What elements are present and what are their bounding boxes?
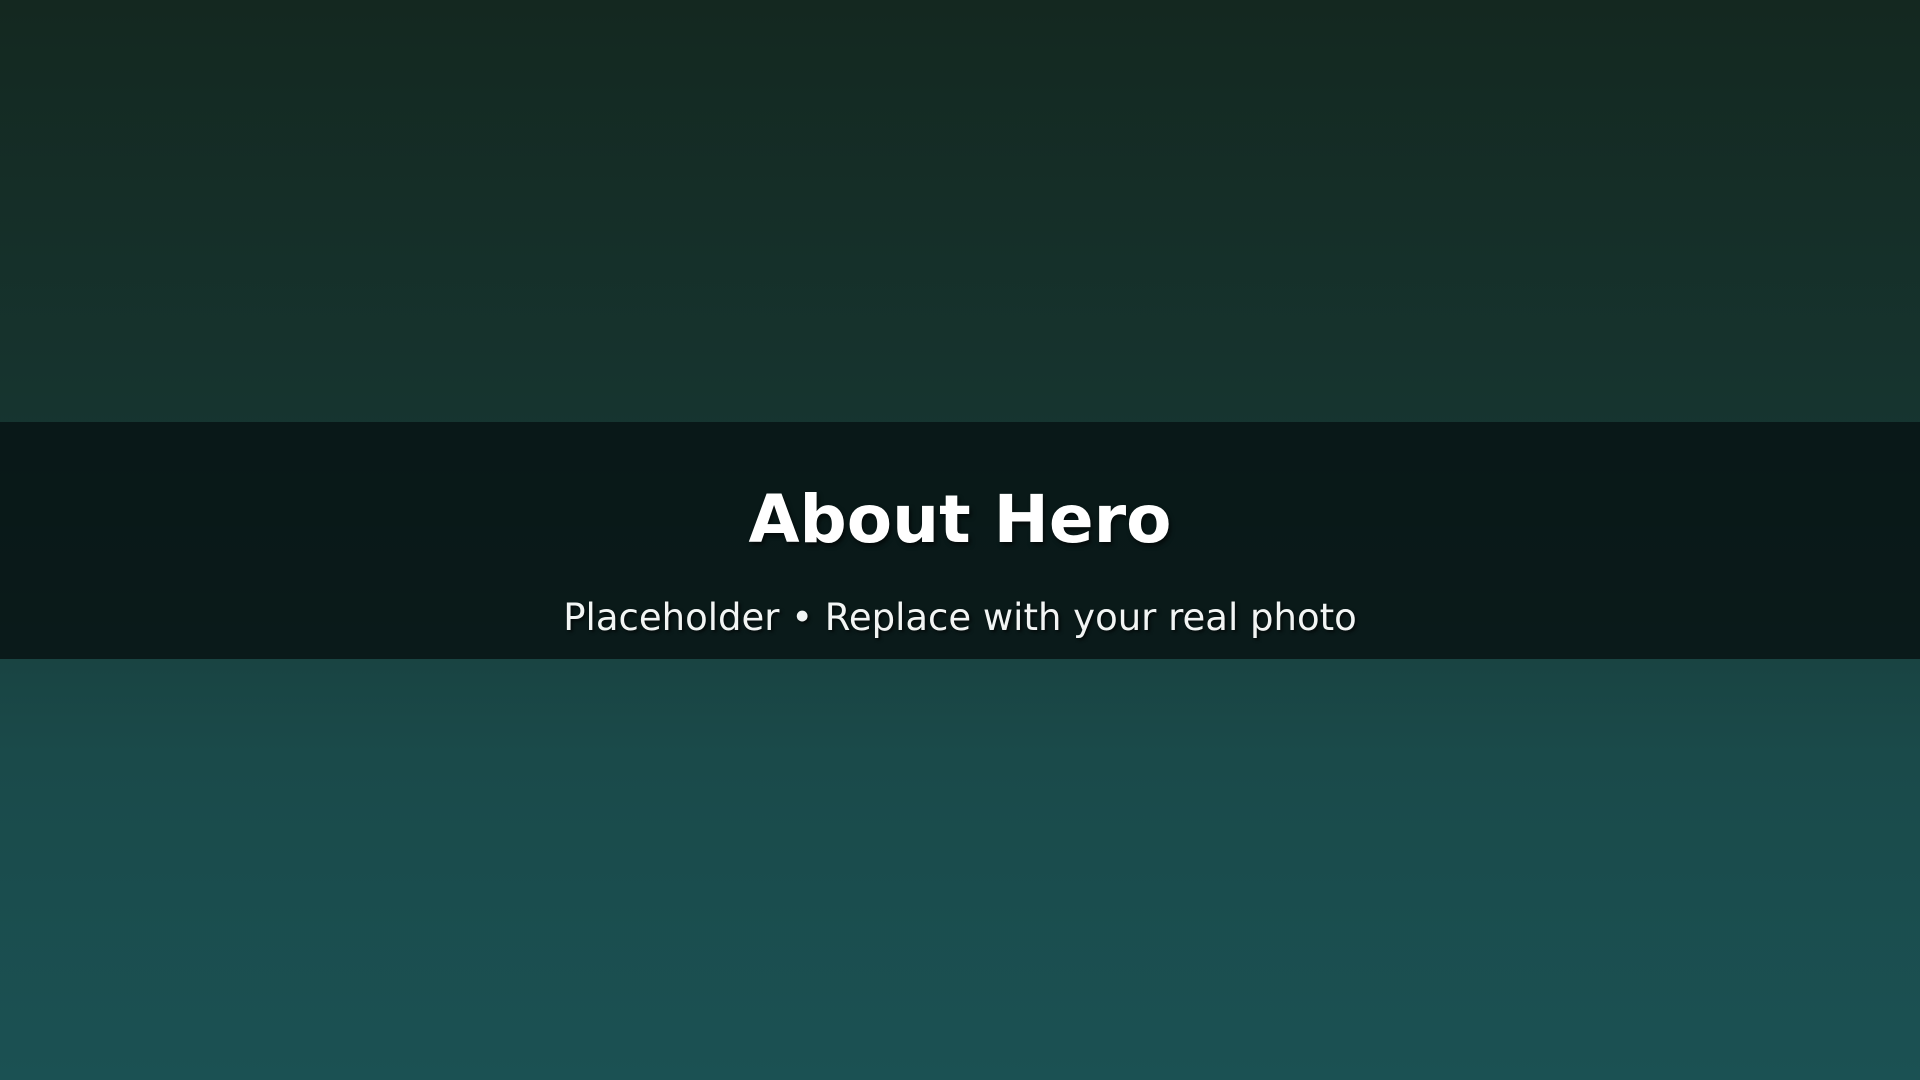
hero-subtitle: Placeholder • Replace with your real pho… [563,596,1357,639]
hero-title: About Hero [748,481,1172,558]
